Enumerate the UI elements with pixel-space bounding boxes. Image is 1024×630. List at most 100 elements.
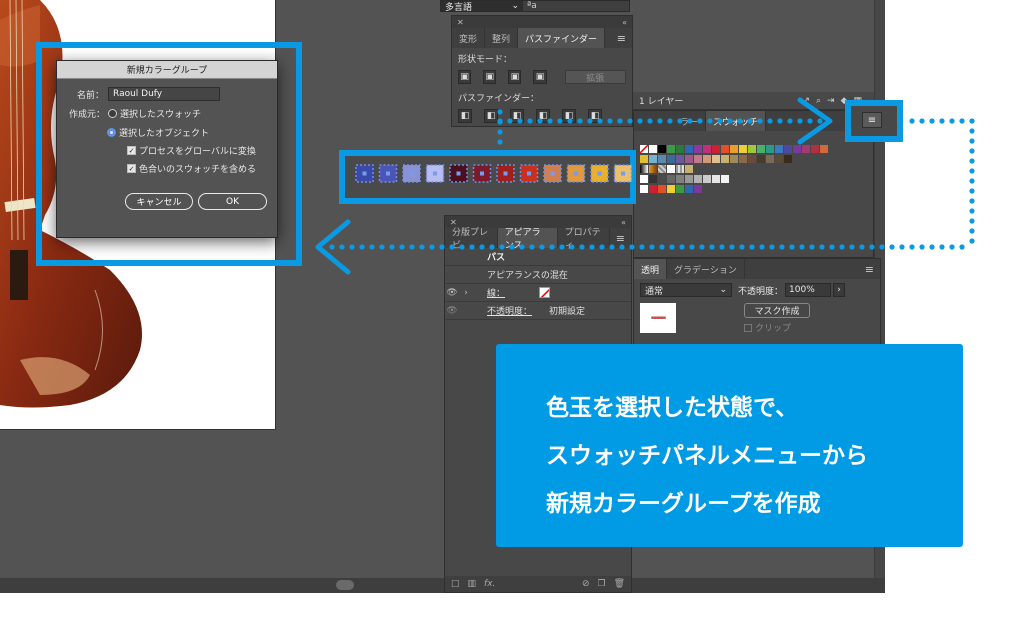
guide-dot xyxy=(349,244,355,250)
guide-dot xyxy=(499,244,505,250)
guide-dot xyxy=(799,244,805,250)
guide-dot xyxy=(747,118,753,124)
guide-dot xyxy=(969,138,975,144)
guide-dot xyxy=(497,109,503,115)
dotted-path-right xyxy=(969,128,975,244)
guide-dot xyxy=(429,244,435,250)
guide-dot xyxy=(789,244,795,250)
guide-dot xyxy=(629,244,635,250)
guide-dot xyxy=(969,178,975,184)
guide-dot xyxy=(689,244,695,250)
dotted-path-top xyxy=(497,109,975,145)
guide-dot xyxy=(819,244,825,250)
guide-dot xyxy=(719,244,725,250)
guide-dot xyxy=(969,148,975,154)
guide-dot xyxy=(527,118,533,124)
guide-dot xyxy=(529,244,535,250)
guide-dot xyxy=(659,244,665,250)
guide-dot xyxy=(479,244,485,250)
guide-dot xyxy=(709,244,715,250)
guide-dot xyxy=(809,244,815,250)
guide-dot xyxy=(939,244,945,250)
callout-line-1: 色玉を選択した状態で、 xyxy=(546,395,799,421)
guide-dot xyxy=(807,118,813,124)
guide-dot xyxy=(439,244,445,250)
guide-dot xyxy=(829,244,835,250)
guide-dot xyxy=(359,244,365,250)
guide-dot xyxy=(959,244,965,250)
guide-dot xyxy=(969,198,975,204)
guide-dot xyxy=(607,118,613,124)
guide-dot xyxy=(737,118,743,124)
guide-dot xyxy=(679,244,685,250)
guide-dot xyxy=(817,118,823,124)
guide-dot xyxy=(567,118,573,124)
guide-dot xyxy=(389,244,395,250)
guide-dot xyxy=(597,118,603,124)
instruction-callout: 色玉を選択した状態で、 スウォッチパネルメニューから 新規カラーグループを作成 xyxy=(496,344,963,547)
guide-dot xyxy=(627,118,633,124)
guide-dot xyxy=(489,244,495,250)
guide-dot xyxy=(677,118,683,124)
guide-dot xyxy=(909,244,915,250)
guide-dot xyxy=(339,244,345,250)
guide-dot xyxy=(537,118,543,124)
guide-dot xyxy=(777,118,783,124)
guide-dot xyxy=(919,118,925,124)
guide-dot xyxy=(497,129,503,135)
guide-dot xyxy=(969,238,975,244)
guide-dot xyxy=(697,118,703,124)
guide-dot xyxy=(637,118,643,124)
guide-dot xyxy=(969,228,975,234)
guide-dot xyxy=(579,244,585,250)
guide-dot xyxy=(507,118,513,124)
guide-dot xyxy=(639,244,645,250)
guide-dot xyxy=(797,118,803,124)
guide-dot xyxy=(497,139,503,145)
guide-dot xyxy=(589,244,595,250)
guide-dot xyxy=(419,244,425,250)
guide-dot xyxy=(919,244,925,250)
guide-dot xyxy=(929,244,935,250)
guide-dot xyxy=(469,244,475,250)
guide-dot xyxy=(949,244,955,250)
guide-dot xyxy=(767,118,773,124)
guide-dot xyxy=(497,119,503,125)
guide-dot xyxy=(369,244,375,250)
guide-dot xyxy=(577,118,583,124)
guide-dot xyxy=(539,244,545,250)
guide-dot xyxy=(749,244,755,250)
guide-dot xyxy=(329,244,335,250)
guide-dot xyxy=(969,168,975,174)
guide-dot xyxy=(557,118,563,124)
guide-dot xyxy=(687,118,693,124)
guide-dot xyxy=(787,118,793,124)
guide-dot xyxy=(757,118,763,124)
guide-dot xyxy=(779,244,785,250)
guide-dot xyxy=(969,188,975,194)
guide-dot xyxy=(587,118,593,124)
guide-dot xyxy=(929,118,935,124)
callout-line-3: 新規カラーグループを作成 xyxy=(546,491,821,517)
guide-dot xyxy=(547,118,553,124)
guide-dot xyxy=(409,244,415,250)
guide-dot xyxy=(509,244,515,250)
guide-dot xyxy=(459,244,465,250)
guide-dot xyxy=(667,118,673,124)
guide-dot xyxy=(647,118,653,124)
guide-dot xyxy=(649,244,655,250)
arrowhead-right-icon xyxy=(797,97,833,145)
guide-dot xyxy=(899,244,905,250)
callout-line-2: スウォッチパネルメニューから xyxy=(546,443,868,469)
guide-dot xyxy=(617,118,623,124)
guide-dot xyxy=(669,244,675,250)
guide-dot xyxy=(619,244,625,250)
guide-dot xyxy=(969,128,975,134)
guide-dot xyxy=(889,244,895,250)
guide-dot xyxy=(559,244,565,250)
guide-dot xyxy=(549,244,555,250)
guide-dot xyxy=(399,244,405,250)
guide-dot xyxy=(839,244,845,250)
guide-dot xyxy=(859,244,865,250)
guide-dot xyxy=(569,244,575,250)
